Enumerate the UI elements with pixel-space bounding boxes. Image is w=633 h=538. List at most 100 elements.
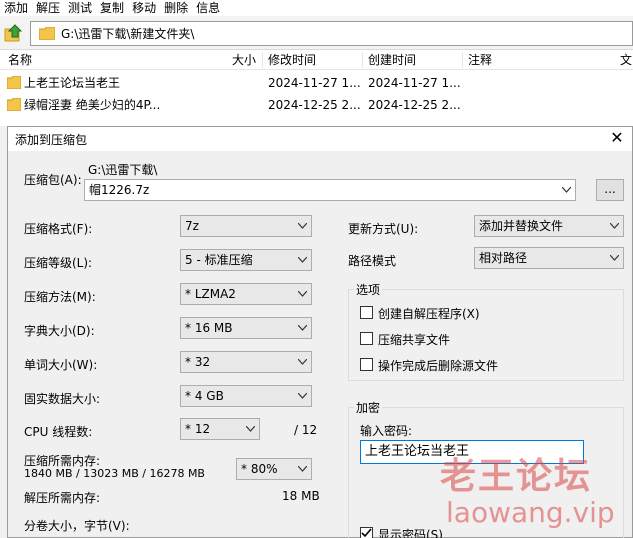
menu-add[interactable]: 添加 — [0, 1, 32, 15]
dialog-title-bar: 添加到压缩包 ✕ — [8, 127, 632, 151]
show-password-label[interactable]: 显示密码(S) — [378, 526, 443, 538]
chevron-down-icon — [298, 466, 307, 472]
menu-bar: 添加 解压 测试 复制 移动 删除 信息 — [0, 0, 633, 16]
menu-info[interactable]: 信息 — [192, 1, 224, 15]
menu-copy[interactable]: 复制 — [96, 1, 128, 15]
dict-value: * 16 MB — [185, 321, 233, 335]
solid-value: * 4 GB — [185, 389, 224, 403]
column-comment[interactable]: 注释 — [468, 50, 492, 70]
path-label: 路径模式 — [348, 254, 397, 268]
chevron-down-icon — [298, 257, 307, 263]
column-separator[interactable] — [362, 52, 363, 68]
format-value: 7z — [185, 219, 199, 233]
delete-after-label[interactable]: 操作完成后删除源文件 — [378, 357, 498, 374]
folder-icon — [39, 27, 55, 40]
threads-label: CPU 线程数: — [24, 425, 93, 439]
method-value: * LZMA2 — [185, 287, 236, 301]
format-label: 压缩格式(F): — [24, 222, 93, 236]
file-modified: 2024-12-25 2... — [268, 98, 361, 112]
dict-select[interactable]: * 16 MB — [180, 317, 312, 339]
menu-move[interactable]: 移动 — [128, 1, 160, 15]
update-value: 添加并替换文件 — [479, 219, 564, 233]
file-created: 2024-12-25 2... — [368, 98, 461, 112]
dialog-title: 添加到压缩包 — [15, 133, 88, 147]
update-label: 更新方式(U): — [348, 222, 419, 236]
shared-checkbox[interactable] — [360, 332, 373, 345]
column-trailing[interactable]: 文 — [620, 50, 632, 70]
watermark-logo: 老王论坛 — [440, 456, 593, 497]
column-separator[interactable] — [262, 52, 263, 68]
word-select[interactable]: * 32 — [180, 351, 312, 373]
list-item[interactable]: 上老王论坛当老王 2024-11-27 1... 2024-11-27 1... — [0, 72, 633, 94]
chevron-down-icon — [610, 223, 619, 229]
archive-label: 压缩包(A): — [24, 173, 82, 187]
shared-label[interactable]: 压缩共享文件 — [378, 331, 450, 348]
level-select[interactable]: 5 - 标准压缩 — [180, 249, 312, 271]
solid-select[interactable]: * 4 GB — [180, 385, 312, 407]
delete-after-checkbox[interactable] — [360, 358, 373, 371]
chevron-down-icon — [246, 426, 255, 432]
file-name: 上老王论坛当老王 — [24, 76, 121, 90]
threads-value: * 12 — [185, 422, 211, 436]
up-arrow-icon — [4, 24, 23, 42]
options-title: 选项 — [354, 281, 383, 298]
sfx-label[interactable]: 创建自解压程序(X) — [378, 305, 480, 322]
watermark-url: laowang.vip — [446, 496, 615, 529]
format-select[interactable]: 7z — [180, 215, 312, 237]
archive-name-combo[interactable]: 帽1226.7z — [84, 179, 576, 201]
column-created[interactable]: 创建时间 — [368, 50, 416, 70]
browse-button[interactable]: ... — [596, 179, 624, 201]
menu-delete[interactable]: 删除 — [160, 1, 192, 15]
chevron-down-icon — [298, 359, 307, 365]
method-select[interactable]: * LZMA2 — [180, 283, 312, 305]
mem-percent-value: * 80% — [241, 462, 278, 476]
threads-select[interactable]: * 12 — [180, 418, 260, 440]
password-label: 输入密码: — [360, 424, 413, 438]
show-password-checkbox[interactable] — [360, 527, 373, 538]
mem-percent-select[interactable]: * 80% — [236, 458, 312, 480]
file-modified: 2024-11-27 1... — [268, 76, 361, 90]
dict-label: 字典大小(D): — [24, 324, 95, 338]
threads-max: / 12 — [294, 423, 318, 437]
column-size[interactable]: 大小 — [232, 50, 256, 70]
list-item[interactable]: 绿帽淫妻 绝美少妇的4P... 2024-12-25 2... 2024-12-… — [0, 94, 633, 116]
word-label: 单词大小(W): — [24, 358, 98, 372]
file-name: 绿帽淫妻 绝美少妇的4P... — [24, 98, 161, 112]
path-mode-value: 相对路径 — [479, 251, 528, 265]
solid-label: 固实数据大小: — [24, 392, 101, 406]
volume-label: 分卷大小，字节(V): — [24, 519, 130, 533]
address-toolbar: G:\迅雷下载\新建文件夹\ — [0, 16, 633, 50]
mem-decomp-label: 解压所需内存: — [24, 491, 101, 505]
encryption-title: 加密 — [354, 399, 383, 416]
address-path: G:\迅雷下载\新建文件夹\ — [61, 27, 195, 41]
list-header: 名称 大小 修改时间 创建时间 注释 文 — [0, 50, 633, 70]
update-select[interactable]: 添加并替换文件 — [474, 215, 624, 237]
up-folder-button[interactable] — [4, 23, 24, 43]
mem-comp-value: 1840 MB / 13023 MB / 16278 MB — [24, 467, 205, 480]
file-list: 名称 大小 修改时间 创建时间 注释 文 上老王论坛当老王 2024-11-27… — [0, 50, 633, 126]
column-name[interactable]: 名称 — [8, 50, 32, 70]
level-value: 5 - 标准压缩 — [185, 253, 253, 267]
word-value: * 32 — [185, 355, 211, 369]
sfx-checkbox[interactable] — [360, 306, 373, 319]
menu-extract[interactable]: 解压 — [32, 1, 64, 15]
folder-icon — [7, 98, 21, 111]
chevron-down-icon — [298, 393, 307, 399]
column-modified[interactable]: 修改时间 — [268, 50, 316, 70]
address-bar[interactable]: G:\迅雷下载\新建文件夹\ — [30, 21, 633, 46]
level-label: 压缩等级(L): — [24, 256, 93, 270]
menu-test[interactable]: 测试 — [64, 1, 96, 15]
close-icon[interactable]: ✕ — [608, 128, 626, 148]
mem-decomp-value: 18 MB — [282, 489, 320, 503]
archive-name: 帽1226.7z — [89, 183, 150, 197]
chevron-down-icon — [298, 223, 307, 229]
method-label: 压缩方法(M): — [24, 290, 96, 304]
chevron-down-icon — [298, 291, 307, 297]
archive-directory: G:\迅雷下载\ — [88, 163, 158, 177]
folder-icon — [7, 76, 21, 89]
chevron-down-icon — [562, 187, 571, 193]
path-mode-select[interactable]: 相对路径 — [474, 247, 624, 269]
chevron-down-icon — [610, 255, 619, 261]
chevron-down-icon — [298, 325, 307, 331]
column-separator[interactable] — [462, 52, 463, 68]
